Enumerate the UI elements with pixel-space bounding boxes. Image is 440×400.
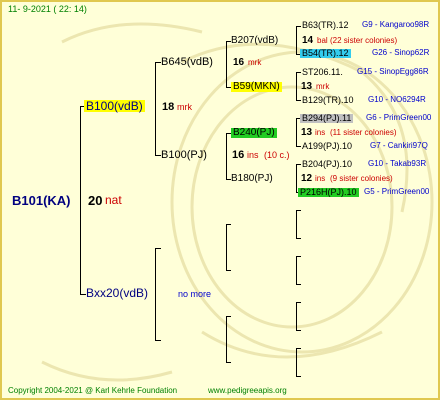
tree-line [296,256,297,284]
gen3-insemination-type-4: ins [315,174,326,183]
tree-line [226,224,231,225]
tree-line [296,26,297,54]
gen4-queen-code-1[interactable]: B63(TR).12 [302,21,349,30]
header-date: 11- 9-2021 ( 22: 14) [8,4,87,14]
tree-line [155,62,156,155]
tree-line [80,106,81,295]
gen4-reference-3[interactable]: G26 - Sinop62R [372,49,429,57]
tree-line [226,270,231,271]
tree-line [296,210,297,238]
tree-line [296,302,301,303]
gen3-sister-colonies-note-3: (11 sister colonies) [330,128,397,137]
gen4-reference-9[interactable]: G5 - PrimGreen00 [364,188,429,196]
tree-line [296,72,301,73]
tree-line [155,340,161,341]
gen4-queen-code-3[interactable]: B54(TR).12 [300,49,351,58]
gen1-queen-code-1[interactable]: B100(vdB) [84,100,145,112]
tree-line [296,210,301,211]
gen2-sister-colonies-note: (10 c.) [264,150,290,160]
gen3-generation-number-3: 13 [301,127,313,138]
tree-line [296,72,297,100]
tree-line [226,224,227,270]
gen4-queen-code-7[interactable]: A199(PJ).10 [302,142,352,151]
gen4-queen-code-6[interactable]: B294(PJ).11 [300,114,354,123]
tree-line [226,362,231,363]
gen3-generation-number-4: 12 [301,173,313,184]
tree-line [296,284,301,285]
gen3-queen-code-4[interactable]: B180(PJ) [231,174,273,184]
gen4-reference-8[interactable]: G10 - Takab93R [368,160,426,168]
gen4-reference-4[interactable]: G15 - SinopEgg86R [357,68,429,76]
gen3-sister-colonies-note-4: (9 sister colonies) [330,174,393,183]
gen4-queen-code-5[interactable]: B129(TR).10 [302,96,354,105]
gen2-queen-code-1[interactable]: B645(vdB) [161,57,213,68]
tree-line [296,238,301,239]
gen4-queen-code-8[interactable]: B204(PJ).10 [302,160,352,169]
tree-line [155,248,161,249]
root-generation-number: 20 [88,193,103,208]
tree-line [296,26,301,27]
tree-line [296,164,301,165]
gen3-queen-code-3[interactable]: B240(PJ) [231,128,277,138]
gen2-generation-number-2: 16 [232,149,245,161]
root-insemination-type: nat [105,193,122,207]
gen4-generation-number-2: 14 [302,35,314,46]
gen4-reference-6[interactable]: G6 - PrimGreen00 [366,114,431,122]
tree-line [226,41,227,87]
gen3-insemination-type-2: mrk [316,82,330,91]
gen2-queen-code-2[interactable]: B100(PJ) [161,150,207,161]
root-queen-code[interactable]: B101(KA) [12,194,71,207]
gen4-reference-7[interactable]: G7 - Cankiri97Q [370,142,428,150]
gen4-insemination-type-2: bal [317,36,328,45]
tree-line [296,302,297,330]
gen3-insemination-type-3: ins [315,128,326,137]
gen4-reference-1[interactable]: G9 - Kangaroo98R [362,21,429,29]
gen3-queen-code-1[interactable]: B207(vdB) [231,36,278,46]
gen1-no-more-note: no more [178,289,212,299]
gen3-generation-number-1: 16 [233,57,245,68]
gen1-queen-code-2[interactable]: Bxx20(vdB) [86,287,148,299]
pedigree-panel: 11- 9-2021 ( 22: 14) B101(KA) 20 nat B10… [0,0,440,400]
tree-line [296,330,301,331]
gen4-sister-colonies-note-2: (22 sister colonies) [330,36,398,45]
gen3-queen-code-2[interactable]: B59(MKN) [231,82,282,92]
gen3-generation-number-2: 13 [301,81,313,92]
gen4-queen-code-4[interactable]: ST206.11. [302,68,343,77]
tree-line [296,348,297,376]
tree-line [296,348,301,349]
footer-copyright: Copyright 2004-2021 @ Karl Kehrle Founda… [8,386,178,395]
tree-line [226,133,227,179]
tree-line [226,316,227,362]
gen1-insemination-type-1: mrk [177,102,192,112]
tree-line [296,164,297,192]
footer-url[interactable]: www.pedigreeapis.org [208,387,287,395]
gen2-insemination-type-2: ins [247,150,259,160]
tree-line [296,146,301,147]
gen1-generation-number-1: 18 [162,101,175,113]
tree-line [296,376,301,377]
tree-line [296,118,297,146]
tree-line [226,316,231,317]
gen4-reference-5[interactable]: G10 - NO6294R [368,96,426,104]
gen3-insemination-type-1: mrk [248,58,262,67]
tree-line [155,248,156,340]
tree-line [296,256,301,257]
gen4-queen-code-9[interactable]: P216H(PJ).10 [298,188,359,197]
tree-line [296,100,301,101]
